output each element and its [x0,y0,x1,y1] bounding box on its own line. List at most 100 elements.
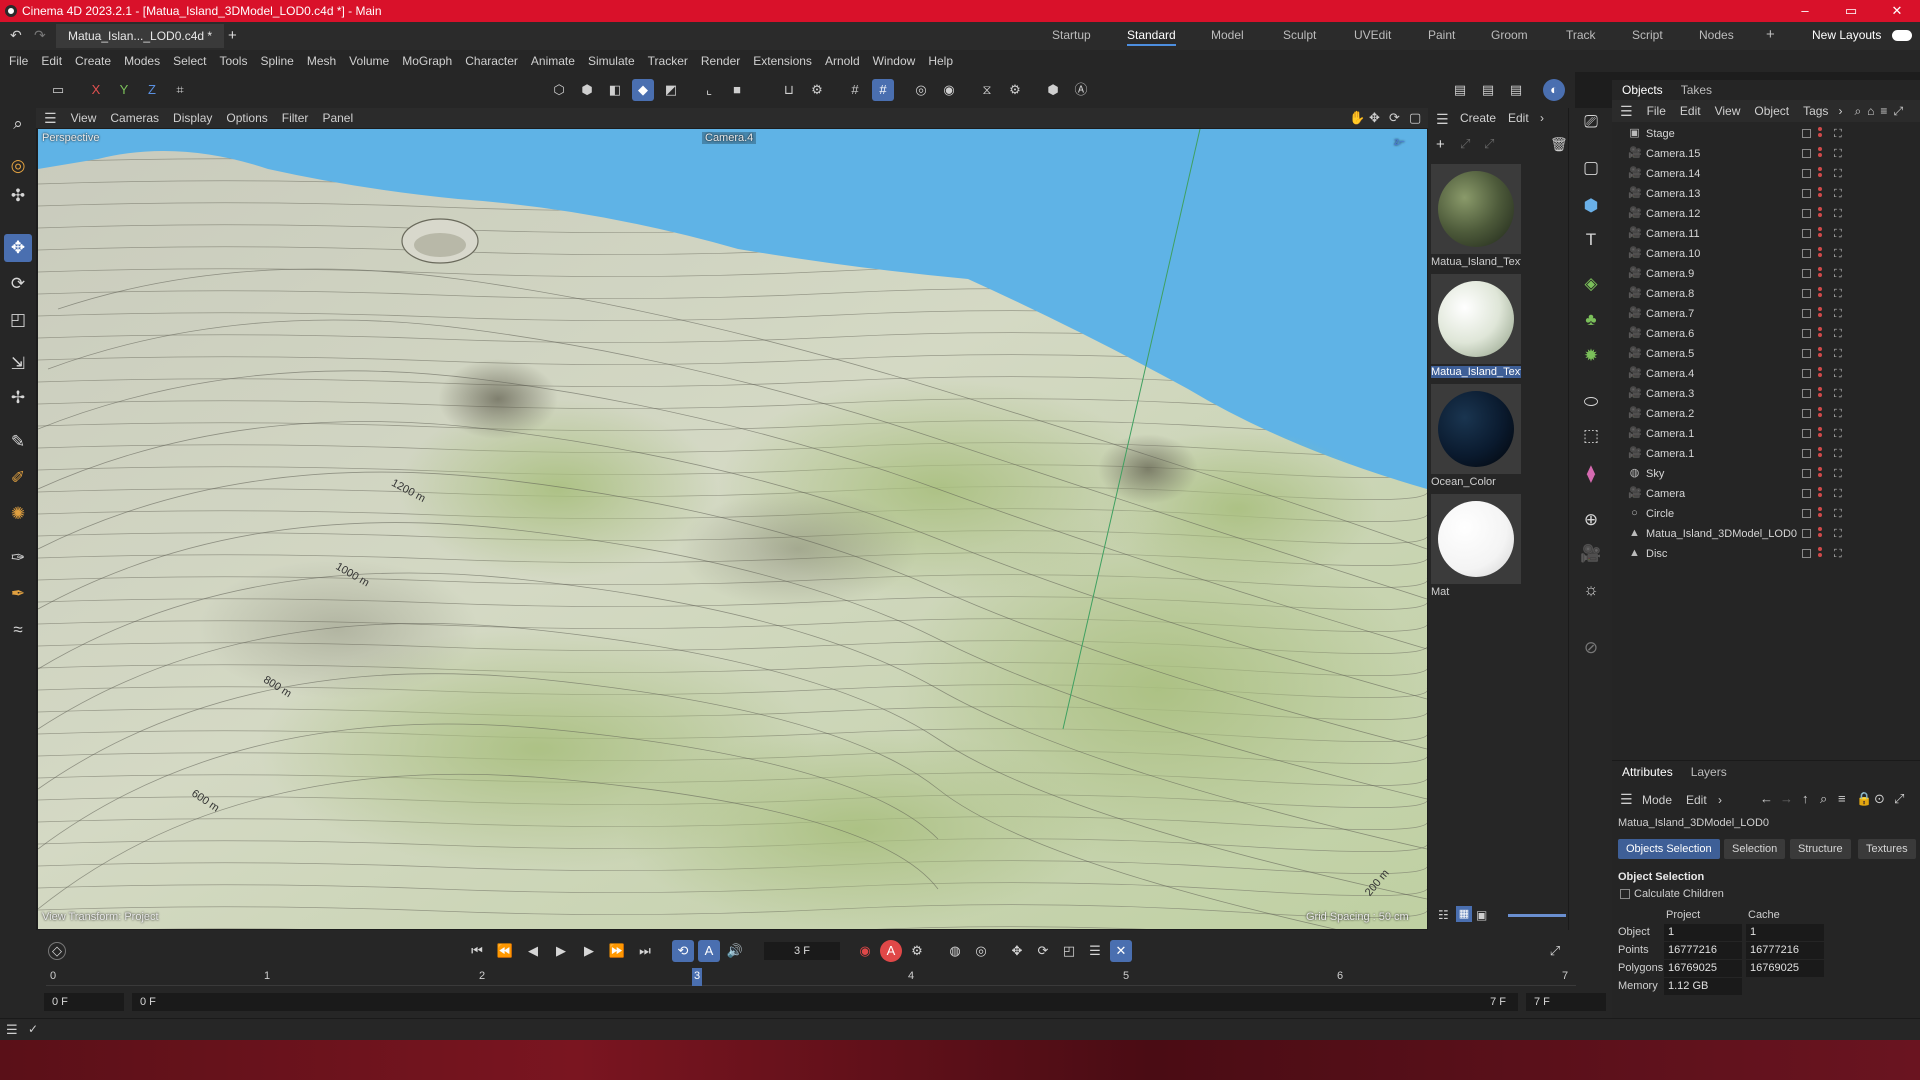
tag-icon[interactable]: ⛶ [1834,188,1846,200]
magnet-tool-icon[interactable]: ≈ [4,616,32,644]
effector-icon[interactable]: ✹ [1577,342,1605,370]
scheme-icon[interactable]: ◎ [970,940,992,962]
snap-settings-icon[interactable]: ⚙ [806,79,828,101]
objects-menu-object[interactable]: Object [1754,104,1789,118]
tab-layers[interactable]: Layers [1691,765,1727,779]
add-material-icon[interactable]: + [1436,136,1445,153]
calculate-children-checkbox[interactable] [1620,889,1630,899]
menu-help[interactable]: Help [928,54,953,68]
menu-tracker[interactable]: Tracker [648,54,688,68]
object-row[interactable]: 🎥 Camera.13 ⛶ [1612,184,1920,204]
material-menu-create[interactable]: Create [1460,111,1496,125]
layer-checkbox[interactable] [1802,469,1811,478]
objects-menu-tags[interactable]: Tags [1803,104,1828,118]
axis-mode-icon[interactable]: ⌞ [698,79,720,101]
viewport-menu-filter[interactable]: Filter [282,111,309,125]
x-axis-button[interactable]: X [85,79,107,101]
visibility-dots[interactable] [1818,207,1823,221]
menu-edit[interactable]: Edit [41,54,62,68]
object-row[interactable]: ▲ Matua_Island_3DModel_LOD0 ⛶ [1612,524,1920,544]
visibility-dots[interactable] [1818,127,1823,141]
menu-simulate[interactable]: Simulate [588,54,635,68]
layer-checkbox[interactable] [1802,409,1811,418]
visibility-dots[interactable] [1818,167,1823,181]
attributes-menu-more-icon[interactable]: › [1718,793,1722,807]
tag-icon[interactable]: ⛶ [1834,228,1846,240]
current-frame-field[interactable]: 3 F [764,942,840,960]
material-item[interactable]: Ocean_Color [1431,384,1521,492]
material-item[interactable]: Matua_Island_Text [1431,274,1521,382]
menu-volume[interactable]: Volume [349,54,389,68]
menu-file[interactable]: File [9,54,28,68]
layout-nodes[interactable]: Nodes [1699,28,1734,42]
attributes-menu-edit[interactable]: Edit [1686,793,1707,807]
deformer-icon[interactable]: ⬭ [1577,388,1605,416]
search-icon[interactable]: ⌕ [4,110,32,138]
minimize-button[interactable]: – [1782,0,1828,22]
material-menu-more-icon[interactable]: › [1540,111,1544,125]
polygons-mode-icon[interactable]: ◧ [604,79,626,101]
tab-takes[interactable]: Takes [1681,83,1712,97]
scale-track-icon[interactable]: ◰ [1058,940,1080,962]
menu-spline[interactable]: Spline [260,54,293,68]
status-menu-icon[interactable]: ☰ [6,1022,18,1038]
transform-tool-icon[interactable]: ⇲ [4,350,32,378]
object-row[interactable]: 🎥 Camera.14 ⛶ [1612,164,1920,184]
pen-tool-icon[interactable]: ✎ [4,428,32,456]
ipr-render-icon[interactable]: ◐ [1543,79,1565,101]
layer-checkbox[interactable] [1802,289,1811,298]
redo-icon[interactable]: ↷ [34,27,46,44]
material-menu-edit[interactable]: Edit [1508,111,1529,125]
text-object-icon[interactable]: T [1577,226,1605,254]
layer-checkbox[interactable] [1802,229,1811,238]
end-frame-field[interactable]: 7 F [1526,993,1606,1011]
visibility-dots[interactable] [1818,467,1823,481]
viewport-menu-display[interactable]: Display [173,111,212,125]
objects-home-icon[interactable]: ⌂ [1867,104,1874,118]
motion-record-icon[interactable]: ◍ [944,940,966,962]
generator-icon[interactable]: ◈ [1577,270,1605,298]
object-row[interactable]: ▲ Disc ⛶ [1612,544,1920,564]
light-icon[interactable]: ☼ [1577,576,1605,604]
volume-icon[interactable]: ⬚ [1577,422,1605,450]
tag-icon[interactable]: ⛶ [1834,288,1846,300]
layer-checkbox[interactable] [1802,309,1811,318]
y-axis-button[interactable]: Y [113,79,135,101]
object-row[interactable]: 🎥 Camera.2 ⛶ [1612,404,1920,424]
layer-checkbox[interactable] [1802,449,1811,458]
go-to-start-icon[interactable]: ⏮ [466,940,488,962]
visibility-dots[interactable] [1818,407,1823,421]
layout-model[interactable]: Model [1211,28,1244,42]
object-row[interactable]: ◍ Sky ⛶ [1612,464,1920,484]
parameter-track-icon[interactable]: ☰ [1084,940,1106,962]
objects-popout-icon[interactable]: ⤢ [1893,104,1903,119]
preview-size-slider[interactable] [1508,914,1566,917]
keyframe-icon[interactable]: ◇ [48,942,66,960]
rotate-tool-icon[interactable]: ⟳ [4,270,32,298]
tab-attributes[interactable]: Attributes [1622,765,1673,779]
coordinate-system-icon[interactable]: ▭ [47,79,69,101]
object-row[interactable]: 🎥 Camera.15 ⛶ [1612,144,1920,164]
3d-viewport[interactable]: Perspective Camera.4 z⌐ 1200 m 1000 m 80… [38,129,1427,929]
visibility-dots[interactable] [1818,507,1823,521]
environment-icon[interactable]: ⊕ [1577,506,1605,534]
layer-checkbox[interactable] [1802,549,1811,558]
visibility-dots[interactable] [1818,247,1823,261]
viewport-view-name[interactable]: Perspective [42,132,99,144]
uv-mode-icon[interactable]: ◩ [660,79,682,101]
symmetry-settings-icon[interactable]: ⚙ [1004,79,1026,101]
textures-button[interactable]: Textures [1858,839,1916,859]
tag-icon[interactable]: ⛶ [1834,508,1846,520]
tag-icon[interactable]: ⛶ [1834,428,1846,440]
layout-standard[interactable]: Standard [1127,28,1176,46]
select-tool-icon[interactable]: ◎ [4,152,32,180]
visibility-dots[interactable] [1818,487,1823,501]
tag-icon[interactable]: ⛶ [1834,368,1846,380]
menu-render[interactable]: Render [701,54,740,68]
lock-workplane-icon[interactable]: ⬢ [1042,79,1064,101]
sketch-tool-icon[interactable]: ✐ [4,464,32,492]
play-icon[interactable]: ▶ [550,940,572,962]
visibility-dots[interactable] [1818,267,1823,281]
menu-select[interactable]: Select [173,54,206,68]
attributes-search-icon[interactable]: ⌕ [1820,791,1827,807]
